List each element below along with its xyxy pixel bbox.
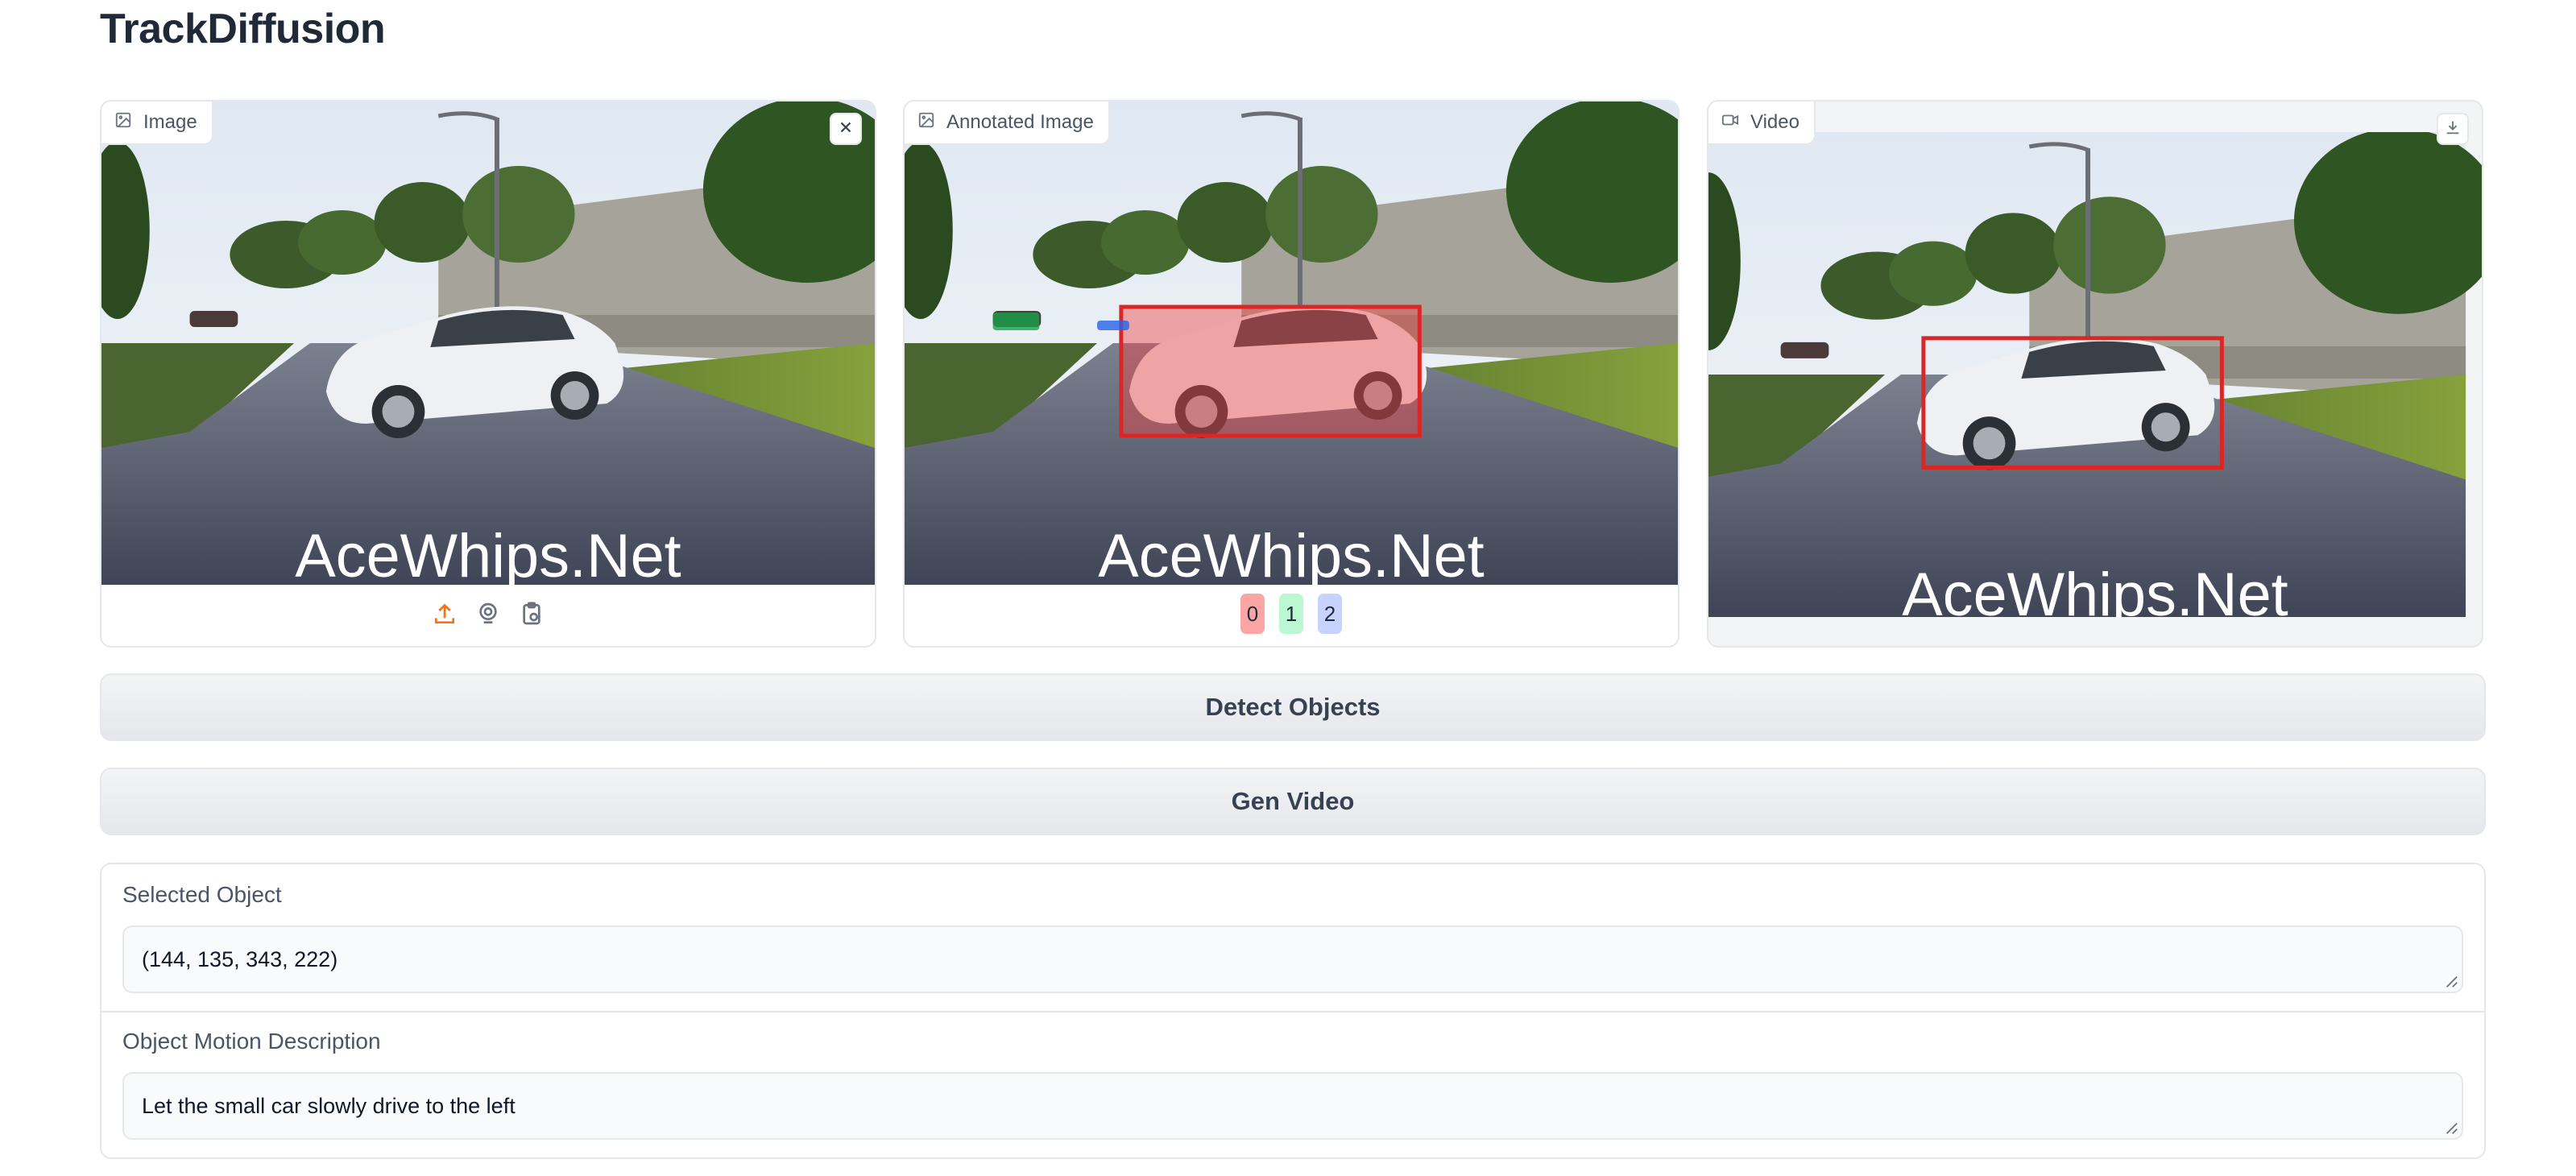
annotated-image: AceWhips.Net: [905, 101, 1678, 585]
legend-chip-2[interactable]: 2: [1318, 594, 1342, 634]
selected-object-label: Selected Object: [122, 882, 282, 907]
annotation-legend: 0 1 2: [905, 582, 1678, 646]
mask-object-0[interactable]: [1119, 304, 1422, 438]
selected-object-field: Selected Object (144, 135, 343, 222): [101, 864, 2484, 1011]
image-source-toolbar: [101, 582, 875, 646]
watermark-text: AceWhips.Net: [295, 522, 681, 585]
app-title: TrackDiffusion: [100, 6, 386, 52]
legend-chip-1[interactable]: 1: [1279, 594, 1303, 634]
resize-grip-icon[interactable]: [2444, 974, 2458, 988]
annotated-label-text: Annotated Image: [946, 111, 1094, 133]
legend-chip-0[interactable]: 0: [1240, 594, 1265, 634]
motion-description-field: Object Motion Description Let the small …: [101, 1012, 2484, 1159]
image-icon: [917, 111, 935, 135]
video-icon: [1721, 111, 1739, 135]
selected-object-input[interactable]: (144, 135, 343, 222): [122, 925, 2463, 993]
source-image[interactable]: AceWhips.Net: [101, 101, 875, 585]
selected-object-value: (144, 135, 343, 222): [142, 946, 338, 971]
close-icon: [837, 118, 855, 140]
image-label-text: Image: [143, 111, 197, 133]
clipboard-icon[interactable]: [517, 599, 546, 628]
close-button[interactable]: [830, 113, 862, 145]
mask-object-2[interactable]: [1097, 321, 1129, 330]
gen-video-button[interactable]: Gen Video: [100, 768, 2486, 835]
download-icon: [2444, 118, 2462, 140]
detect-objects-button[interactable]: Detect Objects: [100, 673, 2486, 741]
download-button[interactable]: [2437, 113, 2469, 145]
video-panel: Video AceWhips.Net: [1707, 100, 2483, 648]
motion-description-label: Object Motion Description: [122, 1029, 381, 1054]
image-icon: [114, 111, 132, 135]
upload-icon[interactable]: [430, 599, 459, 628]
generated-video[interactable]: AceWhips.Net: [1708, 132, 2482, 617]
motion-description-value: Let the small car slowly drive to the le…: [142, 1093, 516, 1118]
watermark-text: AceWhips.Net: [1098, 522, 1484, 585]
image-panel-label: Image: [101, 101, 213, 145]
watermark-text: AceWhips.Net: [1902, 561, 2288, 617]
object-settings-form: Selected Object (144, 135, 343, 222) Obj…: [100, 863, 2486, 1159]
resize-grip-icon[interactable]: [2444, 1120, 2458, 1135]
annotated-image-panel: Annotated Image AceWhips.Net 0 1 2: [903, 100, 1679, 648]
image-upload-panel[interactable]: Image AceWhips.Net: [100, 100, 876, 648]
mask-object-1[interactable]: [992, 313, 1040, 330]
annotated-panel-label: Annotated Image: [905, 101, 1110, 145]
video-panel-label: Video: [1708, 101, 1816, 145]
video-label-text: Video: [1750, 111, 1799, 133]
webcam-icon[interactable]: [474, 599, 503, 628]
motion-description-input[interactable]: Let the small car slowly drive to the le…: [122, 1072, 2463, 1140]
